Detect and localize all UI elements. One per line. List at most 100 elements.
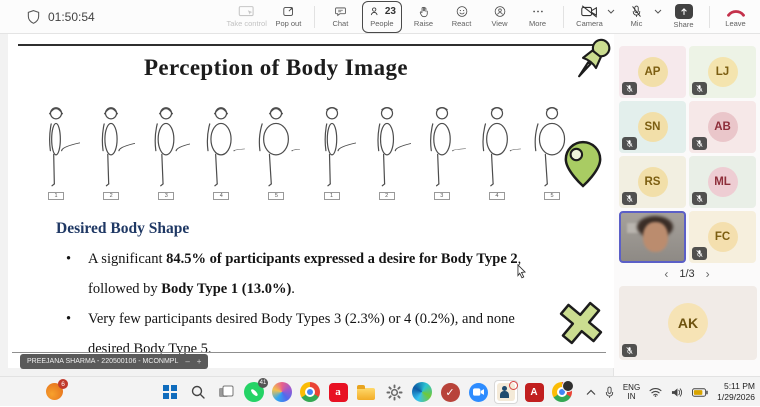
volume-icon[interactable] — [671, 387, 683, 398]
view-icon — [493, 5, 507, 18]
participant-tile-ak[interactable]: AK — [619, 286, 757, 360]
bullet-item: A significant 84.5% of participants expr… — [64, 244, 558, 304]
chrome-icon[interactable] — [298, 380, 322, 404]
participant-video-tile[interactable] — [619, 211, 686, 263]
edge-icon[interactable] — [410, 380, 434, 404]
figure-number-label: 4 — [489, 192, 505, 200]
taskbar-app-icons: 41 a ✓ A — [158, 377, 574, 407]
slide-bottom-rule — [12, 352, 606, 353]
participant-tile-sn[interactable]: SN — [619, 101, 686, 153]
participants-panel: AP LJ SN ABRSMLFC ‹ 1/3 › AK — [614, 34, 760, 376]
leave-call-icon — [726, 5, 746, 18]
toolbar-divider — [563, 6, 564, 28]
chat-button[interactable]: Chat — [324, 1, 357, 33]
avatar: SN — [638, 112, 668, 142]
settings-icon[interactable] — [382, 380, 406, 404]
pop-out-button[interactable]: Pop out — [272, 1, 305, 33]
search-icon[interactable] — [186, 380, 210, 404]
notification-badge: 6 — [58, 379, 68, 389]
cross-icon — [554, 296, 608, 350]
share-icon — [675, 4, 693, 19]
mic-button[interactable]: Mic — [620, 1, 653, 33]
people-button[interactable]: 23 People — [362, 1, 402, 33]
body-figure-female-5: 5 — [250, 104, 302, 200]
tray-mic-icon[interactable] — [605, 386, 614, 399]
participant-tile-fc[interactable]: FC — [689, 211, 756, 263]
take-control-icon — [237, 5, 257, 18]
pagination-prev-button[interactable]: ‹ — [664, 267, 668, 281]
acrobat-icon[interactable]: A — [522, 380, 546, 404]
meeting-toolbar: 01:50:54 Take control Pop out Chat 23 — [0, 0, 760, 34]
avatar: AP — [638, 57, 668, 87]
battery-icon[interactable] — [692, 388, 708, 397]
file-explorer-icon[interactable] — [354, 380, 378, 404]
whatsapp-badge: 41 — [258, 378, 268, 388]
tray-chevron-up-icon[interactable] — [586, 389, 596, 396]
share-button[interactable]: Share — [667, 1, 700, 33]
pagination-next-button[interactable]: › — [706, 267, 710, 281]
whatsapp-icon[interactable]: 41 — [242, 380, 266, 404]
wifi-icon[interactable] — [649, 387, 662, 397]
video-participant-face — [643, 222, 668, 252]
zoom-icon[interactable] — [466, 380, 490, 404]
todo-icon[interactable]: ✓ — [438, 380, 462, 404]
figure-number-label: 1 — [48, 192, 64, 200]
leave-button[interactable]: Leave — [719, 1, 752, 33]
chevron-down-icon[interactable] — [654, 9, 662, 14]
bullet-list: A significant 84.5% of participants expr… — [64, 244, 558, 364]
participant-tile-ab[interactable]: AB — [689, 101, 756, 153]
presentation-slide: Perception of Body Image 1234512345 Desi… — [8, 34, 614, 368]
react-smiley-icon — [455, 5, 469, 18]
view-button[interactable]: View — [483, 1, 516, 33]
pagination-label: 1/3 — [679, 268, 694, 280]
notification-icon[interactable]: 6 — [46, 383, 63, 400]
participant-tile-lj[interactable]: LJ — [689, 46, 756, 98]
toolbar-divider — [709, 6, 710, 28]
copilot-icon[interactable] — [270, 380, 294, 404]
figure-number-label: 2 — [379, 192, 395, 200]
raise-hand-button[interactable]: Raise — [407, 1, 440, 33]
mouse-cursor — [516, 264, 527, 280]
participant-tile-rs[interactable]: RS — [619, 156, 686, 208]
mic-muted-icon — [622, 192, 637, 205]
toolbar-buttons: Take control Pop out Chat 23 People Rai — [226, 1, 760, 33]
teams-icon[interactable] — [494, 380, 518, 404]
figure-number-label: 4 — [213, 192, 229, 200]
shared-presentation-stage: Perception of Body Image 1234512345 Desi… — [0, 34, 614, 376]
mic-muted-icon — [622, 82, 637, 95]
chat-icon — [333, 5, 348, 18]
chevron-down-icon[interactable] — [607, 9, 615, 14]
camera-button[interactable]: Camera — [573, 1, 606, 33]
task-view-icon[interactable] — [214, 380, 238, 404]
tray-date: 1/29/2026 — [717, 392, 755, 403]
camera-off-icon — [580, 5, 599, 18]
start-icon[interactable] — [158, 380, 182, 404]
mic-muted-icon — [622, 137, 637, 150]
mic-muted-icon — [692, 192, 707, 205]
more-ellipsis-icon — [531, 5, 545, 18]
avatar: LJ — [708, 57, 738, 87]
more-button[interactable]: More — [521, 1, 554, 33]
body-figure-male-2: 2 — [361, 104, 413, 200]
participant-tile-ml[interactable]: ML — [689, 156, 756, 208]
slide-title: Perception of Body Image — [8, 55, 544, 81]
body-figure-female-1: 1 — [30, 104, 82, 200]
react-button[interactable]: React — [445, 1, 478, 33]
take-control-button[interactable]: Take control — [226, 1, 266, 33]
presenter-tag[interactable]: PREEJANA SHARMA - 220500106 - MCONMPL – … — [20, 354, 208, 369]
participant-tile-ap[interactable]: AP — [619, 46, 686, 98]
figure-number-label: 5 — [268, 192, 284, 200]
raise-hand-icon — [417, 5, 431, 18]
chrome-profile-icon[interactable] — [550, 380, 574, 404]
windows-taskbar: 6 41 a ✓ A ENG IN 5:11 PM 1/29/2026 — [0, 376, 760, 406]
language-indicator[interactable]: ENG IN — [623, 383, 640, 401]
body-figure-female-3: 3 — [140, 104, 192, 200]
clock[interactable]: 5:11 PM 1/29/2026 — [717, 381, 755, 403]
pop-out-icon — [281, 5, 296, 18]
shield-icon — [26, 9, 41, 25]
gallery-pagination: ‹ 1/3 › — [614, 267, 760, 281]
zoom-out-button[interactable]: – — [185, 357, 189, 366]
adobe-icon[interactable]: a — [326, 380, 350, 404]
mic-muted-icon — [692, 247, 707, 260]
zoom-in-button[interactable]: + — [197, 357, 202, 366]
